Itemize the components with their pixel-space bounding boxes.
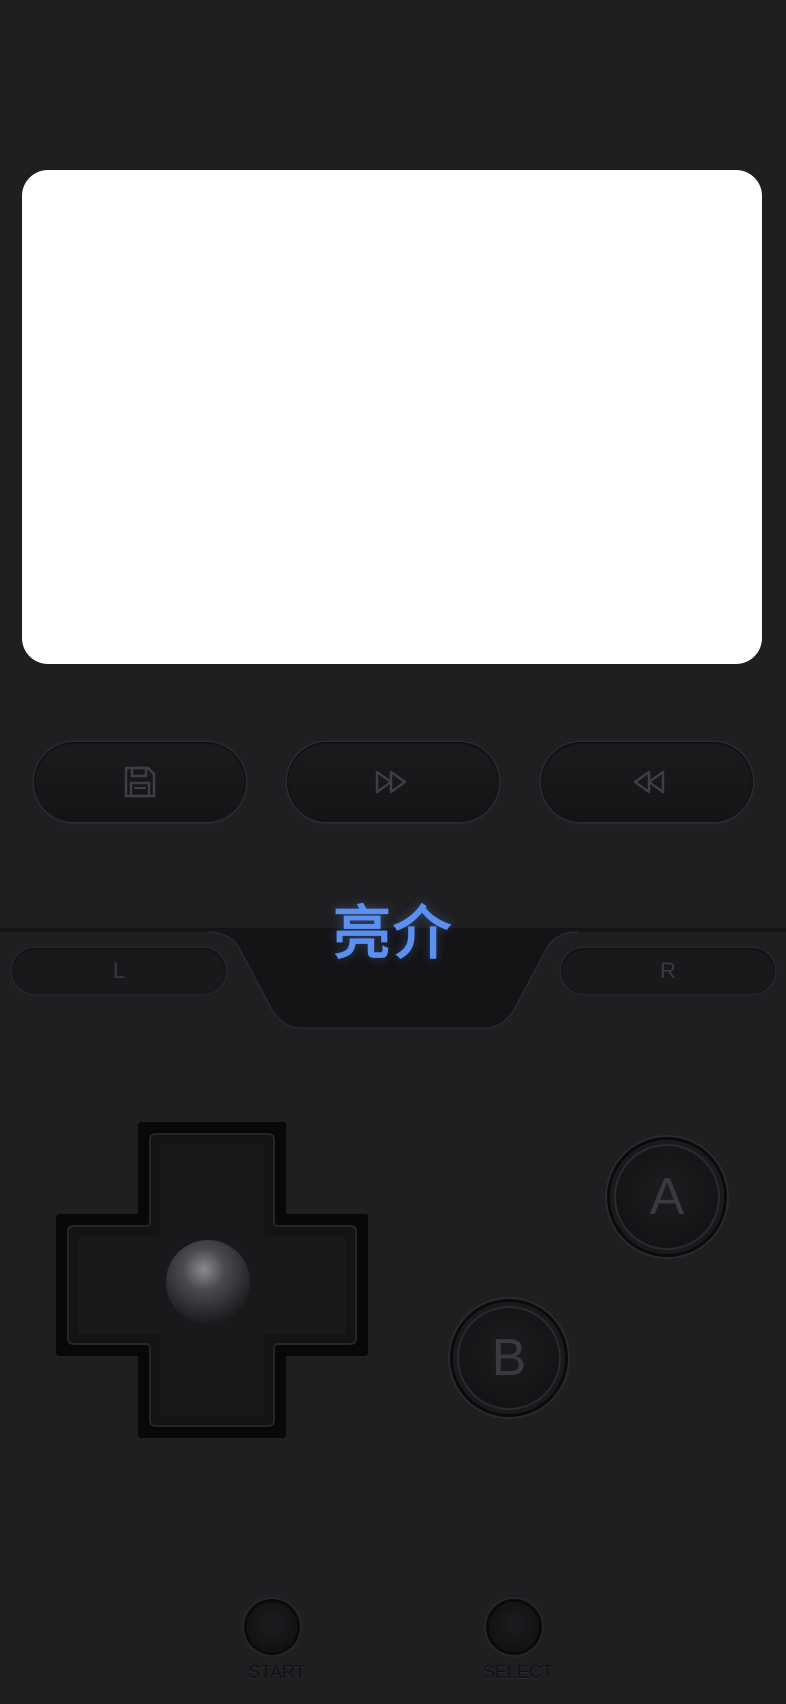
rewind-button[interactable]	[541, 742, 753, 822]
save-state-button[interactable]	[34, 742, 246, 822]
fast-forward-button[interactable]	[287, 742, 499, 822]
dpad-center-knob	[166, 1240, 250, 1324]
b-button[interactable]: B	[453, 1302, 565, 1414]
start-button[interactable]	[247, 1602, 297, 1652]
b-button-label: B	[491, 1329, 527, 1387]
select-label: SELECT	[482, 1662, 554, 1682]
start-label: START	[248, 1662, 306, 1682]
floppy-disk-icon	[124, 766, 156, 798]
dpad[interactable]	[56, 1122, 368, 1438]
a-button-label: A	[649, 1168, 685, 1226]
rewind-icon	[633, 770, 665, 794]
game-screen[interactable]	[22, 170, 762, 664]
select-button[interactable]	[489, 1602, 539, 1652]
brand-logo-text: 亮介	[332, 899, 453, 967]
fast-forward-icon	[375, 770, 407, 794]
a-button[interactable]: A	[610, 1140, 724, 1254]
